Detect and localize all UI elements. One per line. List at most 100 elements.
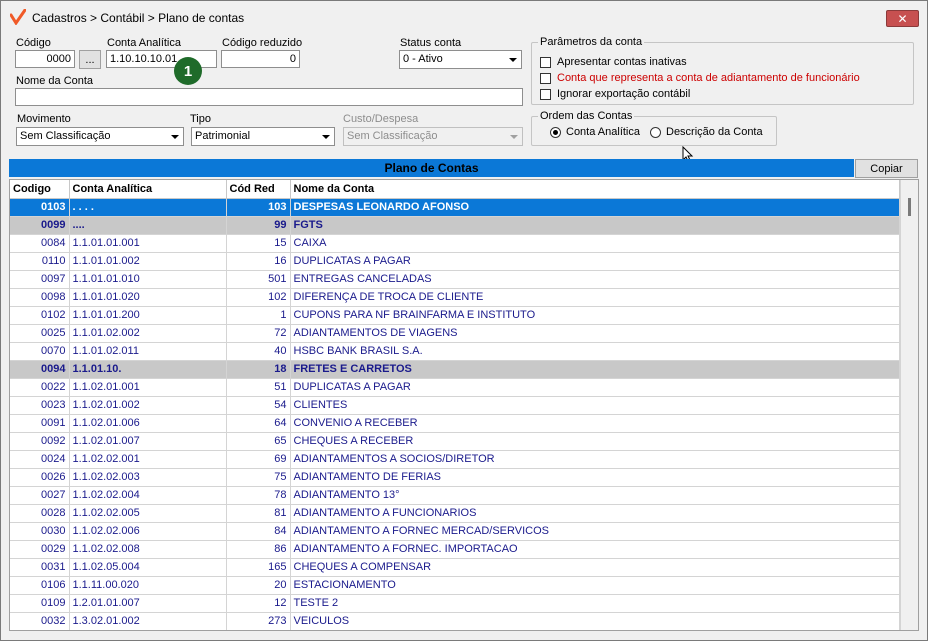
status-select[interactable]: 0 - Ativo (399, 50, 522, 69)
cell-codigo: 0025 (10, 324, 70, 343)
table-row[interactable]: 0110 1.1.01.01.002 16 DUPLICATAS A PAGAR (10, 252, 900, 271)
chevron-down-icon (318, 129, 333, 144)
apresentar-inativas-checkbox[interactable]: Apresentar contas inativas (540, 56, 687, 68)
cell-conta: 1.1.02.02.006 (69, 522, 227, 541)
table-row[interactable]: 0098 1.1.01.01.020 102 DIFERENÇA DE TROCA D… (10, 288, 900, 307)
cell-nome: DUPLICATAS A PAGAR (290, 252, 900, 271)
cell-conta: 1.1.02.01.002 (69, 396, 227, 415)
table-row[interactable]: 0084 1.1.01.01.001 15 CAIXA (10, 234, 900, 253)
radio-selected-icon (550, 126, 561, 138)
table-row[interactable]: 0026 1.1.02.02.003 75 ADIANTAMENTO DE FERIA… (10, 468, 900, 487)
ordem-descricao-label: Descrição da Conta (666, 126, 763, 138)
cell-red: 12 (226, 594, 291, 613)
cell-codigo: 0084 (10, 234, 70, 253)
tipo-select[interactable]: Patrimonial (191, 127, 335, 146)
table-row[interactable]: 0103. . . . 103 DESPESAS LEONARDO AFONSO (10, 198, 900, 217)
cell-codigo: 0027 (10, 486, 70, 505)
table-row[interactable]: 0070 1.1.01.02.011 40 HSBC BANK BRASIL S.A. (10, 342, 900, 361)
table-row[interactable]: 0031 1.1.02.05.004 165 CHEQUES A COMPENSAR (10, 558, 900, 577)
table-row[interactable]: 0022 1.1.02.01.001 51 DUPLICATAS A PAGAR (10, 378, 900, 397)
ordem-contas-group: Ordem das Contas Conta Analítica Descriç… (531, 110, 777, 146)
cell-conta: 1.1.01.01.200 (69, 306, 227, 325)
adiantamento-funcionario-checkbox[interactable]: Conta que representa a conta de adiantam… (540, 72, 860, 84)
cell-red: 273 (226, 612, 291, 630)
ordem-conta-analitica-radio[interactable]: Conta Analítica (550, 126, 640, 138)
table-row[interactable]: 0025 1.1.01.02.002 72 ADIANTAMENTOS DE VIAG… (10, 324, 900, 343)
adiantamento-funcionario-label: Conta que representa a conta de adiantam… (557, 72, 860, 84)
cell-codigo: 0022 (10, 378, 70, 397)
scrollbar-thumb[interactable] (908, 198, 911, 216)
cell-nome: ADIANTAMENTO A FUNCIONARIOS (290, 504, 900, 523)
movimento-select[interactable]: Sem Classificação (16, 127, 184, 146)
table-row[interactable]: 0028 1.1.02.02.005 81 ADIANTAMENTO A FUNCIO… (10, 504, 900, 523)
cell-codigo: 0109 (10, 594, 70, 613)
close-button[interactable]: ✕ (886, 10, 919, 27)
apresentar-inativas-label: Apresentar contas inativas (557, 56, 687, 68)
cell-conta: 1.1.02.02.005 (69, 504, 227, 523)
cell-conta: 1.1.01.01.010 (69, 270, 227, 289)
window-title: Cadastros > Contábil > Plano de contas (32, 11, 245, 25)
cell-red: 102 (226, 288, 291, 307)
cell-codigo: 0029 (10, 540, 70, 559)
accounts-grid[interactable]: Codigo Conta Analítica Cód Red Nome da C… (9, 179, 919, 631)
close-icon: ✕ (897, 11, 908, 26)
cell-red: 69 (226, 450, 291, 469)
table-row[interactable]: 0094 1.1.01.10. 18 FRETES E CARRETOS (10, 360, 900, 379)
table-row[interactable]: 0091 1.1.02.01.006 64 CONVENIO A RECEBER (10, 414, 900, 433)
cell-conta: 1.1.02.02.008 (69, 540, 227, 559)
cell-red: 40 (226, 342, 291, 361)
table-row[interactable]: 0102 1.1.01.01.200 1 CUPONS PARA NF BRAINFA… (10, 306, 900, 325)
table-row[interactable]: 0099.... 99 FGTS (10, 216, 900, 235)
table-row[interactable]: 0023 1.1.02.01.002 54 CLIENTES (10, 396, 900, 415)
cell-codigo: 0094 (10, 360, 70, 379)
cell-red: 64 (226, 414, 291, 433)
cell-nome: ADIANTAMENTOS DE VIAGENS (290, 324, 900, 343)
custo-despesa-select: Sem Classificação (343, 127, 523, 146)
cell-nome: DIFERENÇA DE TROCA DE CLIENTE (290, 288, 900, 307)
ordem-descricao-radio[interactable]: Descrição da Conta (650, 126, 763, 138)
column-header-conta-analitica[interactable]: Conta Analítica (69, 180, 227, 199)
chevron-down-icon (167, 129, 182, 144)
table-row[interactable]: 0030 1.1.02.02.006 84 ADIANTAMENTO A FORNEC… (10, 522, 900, 541)
codigo-input[interactable]: 0000 (15, 50, 75, 68)
cell-nome: CHEQUES A RECEBER (290, 432, 900, 451)
ignorar-exportacao-checkbox[interactable]: Ignorar exportação contábil (540, 88, 690, 100)
table-row[interactable]: 0106 1.1.11.00.020 20 ESTACIONAMENTO (10, 576, 900, 595)
cell-conta: 1.1.02.02.003 (69, 468, 227, 487)
table-row[interactable]: 0024 1.1.02.02.001 69 ADIANTAMENTOS A SOCIO… (10, 450, 900, 469)
cell-red: 20 (226, 576, 291, 595)
copy-button[interactable]: Copiar (855, 159, 918, 178)
nome-conta-input[interactable] (15, 88, 523, 106)
cell-nome: CUPONS PARA NF BRAINFARMA E INSTITUTO (290, 306, 900, 325)
column-header-codigo[interactable]: Codigo (10, 180, 70, 199)
table-row[interactable]: 0109 1.2.01.01.007 12 TESTE 2 (10, 594, 900, 613)
movimento-value: Sem Classificação (20, 130, 111, 142)
column-header-nome-conta[interactable]: Nome da Conta (290, 180, 900, 199)
cell-conta: 1.1.01.01.020 (69, 288, 227, 307)
table-row[interactable]: 0092 1.1.02.01.007 65 CHEQUES A RECEBER (10, 432, 900, 451)
browse-button[interactable]: ... (79, 50, 101, 69)
cell-conta: . . . . (69, 198, 227, 217)
main-window: Cadastros > Contábil > Plano de contas ✕… (0, 0, 928, 641)
table-row[interactable]: 0097 1.1.01.01.010 501 ENTREGAS CANCELADAS (10, 270, 900, 289)
table-row[interactable]: 0029 1.1.02.02.008 86 ADIANTAMENTO A FORNEC… (10, 540, 900, 559)
cell-codigo: 0030 (10, 522, 70, 541)
custo-despesa-label: Custo/Despesa (343, 113, 419, 125)
checkbox-box (540, 56, 551, 68)
cell-nome: ADIANTAMENTO A FORNEC MERCAD/SERVICOS (290, 522, 900, 541)
cell-conta: 1.1.01.02.011 (69, 342, 227, 361)
vertical-scrollbar[interactable] (900, 180, 918, 630)
cell-conta: 1.1.02.01.007 (69, 432, 227, 451)
table-row[interactable]: 0027 1.1.02.02.004 78 ADIANTAMENTO 13° (10, 486, 900, 505)
column-header-cod-red[interactable]: Cód Red (226, 180, 291, 199)
nome-conta-label: Nome da Conta (16, 75, 94, 87)
status-value: 0 - Ativo (403, 53, 443, 65)
codigo-reduzido-input[interactable]: 0 (221, 50, 300, 68)
cell-nome: CONVENIO A RECEBER (290, 414, 900, 433)
codigo-reduzido-label: Código reduzido (222, 37, 303, 49)
custo-despesa-value: Sem Classificação (347, 130, 438, 142)
cell-nome: CLIENTES (290, 396, 900, 415)
cell-conta: 1.1.01.10. (69, 360, 227, 379)
table-row[interactable]: 0032 1.3.02.01.002 273 VEICULOS (10, 612, 900, 630)
chevron-down-icon (506, 129, 521, 144)
